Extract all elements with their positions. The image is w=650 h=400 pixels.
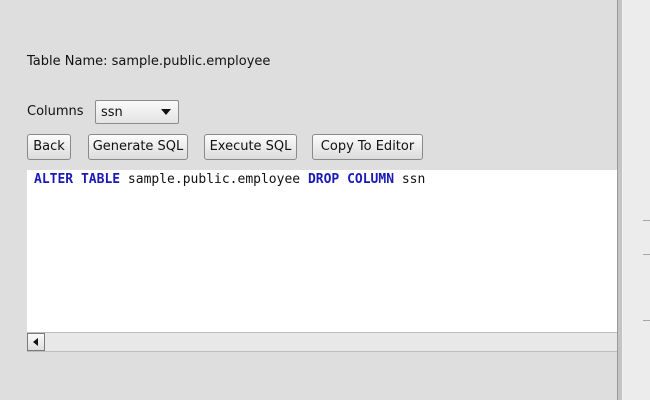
arrow-left-icon (33, 338, 38, 346)
sql-keyword-drop-column: DROP COLUMN (307, 172, 395, 187)
sql-statement: ALTER TABLE sample.public.employee DROP … (34, 172, 425, 187)
sql-panel: Table Name: sample.public.employee Colum… (0, 0, 617, 400)
columns-dropdown[interactable]: ssn (95, 100, 179, 124)
sql-keyword-alter-table: ALTER TABLE (34, 172, 121, 187)
sql-table-name: sample.public.employee (127, 172, 301, 187)
divider-line (643, 220, 650, 221)
table-name-label: Table Name: sample.public.employee (27, 54, 271, 69)
scroll-left-button[interactable] (27, 333, 45, 351)
chevron-down-icon (161, 109, 171, 115)
copy-to-editor-button[interactable]: Copy To Editor (312, 134, 423, 160)
sql-editor[interactable]: ALTER TABLE sample.public.employee DROP … (27, 170, 617, 332)
columns-selected-value: ssn (101, 105, 123, 120)
divider-line (643, 254, 650, 255)
execute-sql-button[interactable]: Execute SQL (204, 134, 297, 160)
columns-label: Columns (27, 104, 84, 119)
divider-line (643, 320, 650, 321)
sql-column-name: ssn (401, 172, 426, 187)
back-button[interactable]: Back (27, 134, 71, 160)
generate-sql-button[interactable]: Generate SQL (88, 134, 188, 160)
horizontal-scrollbar[interactable] (27, 332, 617, 352)
side-strip (623, 0, 650, 400)
